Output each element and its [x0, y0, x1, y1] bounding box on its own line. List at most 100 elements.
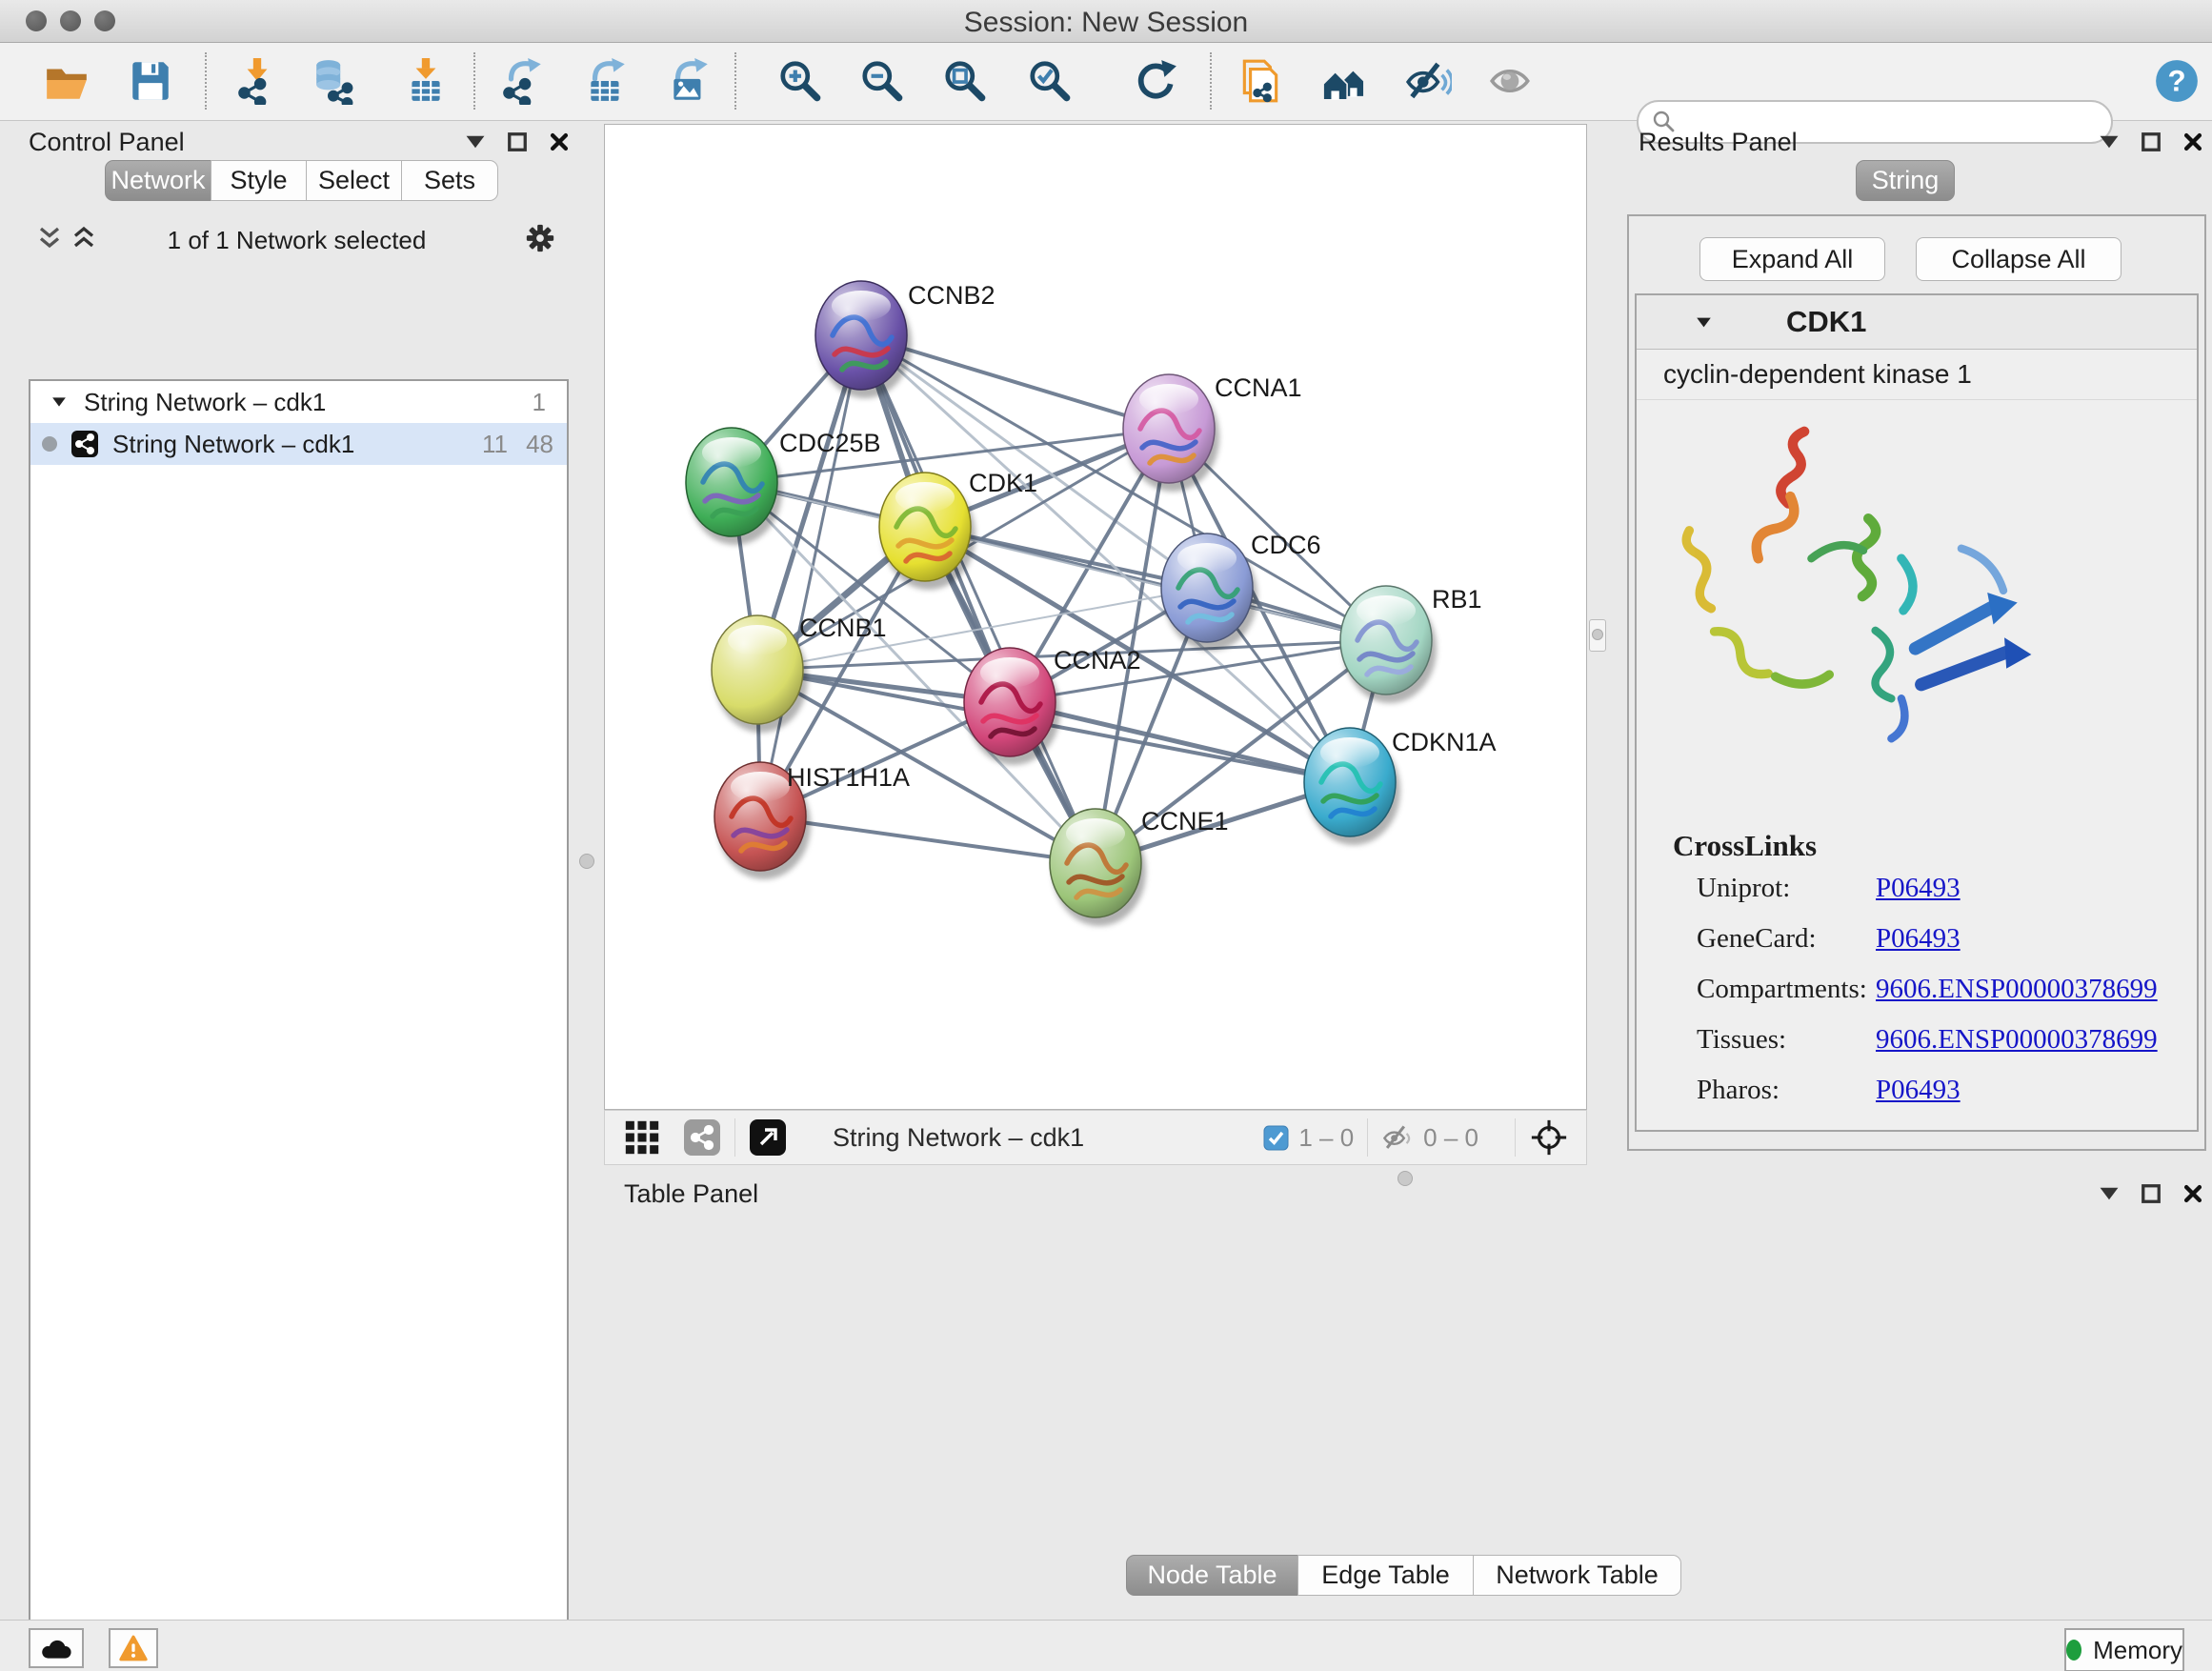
clone-network-icon	[1237, 57, 1284, 105]
current-network-name: String Network – cdk1	[833, 1123, 1084, 1153]
gear-icon[interactable]	[524, 222, 556, 254]
tab-style[interactable]: Style	[211, 160, 307, 201]
network-overview-icon[interactable]	[683, 1118, 721, 1157]
network-node-CDKN1A[interactable]	[1304, 728, 1400, 845]
open-in-window-icon[interactable]	[749, 1118, 787, 1157]
houses-icon	[1320, 57, 1368, 105]
toolbar-separator	[205, 52, 207, 110]
birds-eye-icon[interactable]	[1529, 1117, 1569, 1158]
zoom-out-button[interactable]	[856, 55, 908, 107]
show-all-button[interactable]	[1485, 55, 1537, 107]
collection-label: String Network – cdk1	[84, 388, 326, 417]
clone-network-button[interactable]	[1235, 55, 1286, 107]
tab-network[interactable]: Network	[105, 160, 211, 201]
float-panel-icon[interactable]	[2099, 1183, 2120, 1204]
float-panel-icon[interactable]	[2099, 131, 2120, 152]
gene-section: CDK1 cyclin-dependent kinase 1	[1635, 293, 2199, 1132]
cloud-status-button[interactable]	[29, 1628, 84, 1668]
network-node-CDC25B[interactable]	[686, 428, 782, 545]
crosslink-link[interactable]: 9606.ENSP00000378699	[1876, 974, 2158, 1005]
control-panel-controls	[465, 131, 570, 152]
tab-select[interactable]: Select	[306, 160, 402, 201]
network-row-label: String Network – cdk1	[112, 430, 354, 459]
warning-status-button[interactable]	[109, 1628, 158, 1668]
network-graph[interactable]: CCNB2CCNA1CDC25BCDK1CDC6RB1CCNB1CCNA2CDK…	[605, 125, 1586, 1109]
maximize-panel-icon[interactable]	[2141, 131, 2162, 152]
table-tabs: Node TableEdge TableNetwork Table	[1126, 1555, 1681, 1596]
control-panel-title: Control Panel	[29, 128, 185, 157]
crosslink-link[interactable]: P06493	[1876, 873, 1961, 904]
import-network-database-button[interactable]	[310, 55, 361, 107]
maximize-panel-icon[interactable]	[2141, 1183, 2162, 1204]
import-table-button[interactable]	[400, 55, 452, 107]
network-node-CCNB2[interactable]	[815, 281, 912, 398]
open-session-button[interactable]	[41, 55, 92, 107]
gene-section-header[interactable]: CDK1	[1637, 295, 2197, 350]
tab-edge-table[interactable]: Edge Table	[1297, 1555, 1474, 1596]
network-list-toolbar: 1 of 1 Network selected	[29, 219, 565, 259]
grid-view-icon[interactable]	[624, 1119, 660, 1156]
export-table-button[interactable]	[581, 55, 633, 107]
maximize-panel-icon[interactable]	[507, 131, 528, 152]
warning-icon	[119, 1635, 148, 1661]
main-toolbar: ?	[0, 43, 2212, 121]
collapse-all-button[interactable]: Collapse All	[1916, 237, 2122, 281]
crosslink-link[interactable]: P06493	[1876, 923, 1961, 955]
network-canvas[interactable]: CCNB2CCNA1CDC25BCDK1CDC6RB1CCNB1CCNA2CDK…	[604, 124, 1587, 1110]
gene-name: CDK1	[1786, 305, 1866, 339]
section-expander-icon[interactable]	[1696, 316, 1712, 329]
toolbar-divider	[1367, 1118, 1368, 1157]
hide-selected-button[interactable]	[1402, 55, 1454, 107]
crosslinks-title: CrossLinks	[1673, 829, 1817, 863]
crosslink-label: Pharos:	[1697, 1075, 1780, 1106]
tab-string[interactable]: String	[1856, 160, 1955, 201]
table-panel-controls	[2099, 1183, 2203, 1204]
memory-button[interactable]: Memory	[2064, 1628, 2184, 1671]
right-splitter-handle[interactable]	[1589, 619, 1606, 652]
network-node-CDK1[interactable]	[879, 473, 975, 590]
tab-node-table[interactable]: Node Table	[1126, 1555, 1298, 1596]
network-collection-row[interactable]: String Network – cdk1 1	[30, 381, 567, 423]
help-button[interactable]: ?	[2151, 55, 2202, 107]
node-label-CCNA2: CCNA2	[1054, 646, 1141, 674]
float-panel-icon[interactable]	[465, 131, 486, 152]
tab-network-table[interactable]: Network Table	[1473, 1555, 1681, 1596]
import-network-file-button[interactable]	[231, 55, 283, 107]
export-image-button[interactable]	[664, 55, 715, 107]
zoom-fit-button[interactable]	[939, 55, 991, 107]
save-session-button[interactable]	[125, 55, 176, 107]
tab-sets[interactable]: Sets	[401, 160, 498, 201]
export-network-icon	[499, 57, 547, 105]
network-node-RB1[interactable]	[1340, 586, 1437, 703]
crosslink-link[interactable]: P06493	[1876, 1075, 1961, 1106]
zoom-selected-button[interactable]	[1024, 55, 1076, 107]
refresh-view-button[interactable]	[1130, 55, 1181, 107]
network-node-CCNA2[interactable]	[964, 648, 1060, 765]
toolbar-separator	[1210, 52, 1212, 110]
tree-expander-icon[interactable]	[51, 396, 67, 408]
close-panel-icon[interactable]	[2182, 131, 2203, 152]
network-node-CCNE1[interactable]	[1050, 809, 1146, 926]
node-label-CCNB1: CCNB1	[799, 614, 887, 642]
network-counters: 1 – 0 0 – 0	[1263, 1117, 1586, 1158]
expand-all-button[interactable]: Expand All	[1699, 237, 1885, 281]
selected-checkbox-icon[interactable]	[1263, 1125, 1289, 1151]
network-node-CCNA1[interactable]	[1123, 374, 1219, 492]
left-splitter-handle[interactable]	[579, 854, 594, 869]
close-panel-icon[interactable]	[549, 131, 570, 152]
export-network-button[interactable]	[497, 55, 549, 107]
first-neighbors-button[interactable]	[1318, 55, 1370, 107]
open-folder-icon	[43, 57, 90, 105]
network-row[interactable]: String Network – cdk1 11 48	[30, 423, 567, 465]
import-table-icon	[402, 57, 450, 105]
node-label-CDKN1A: CDKN1A	[1392, 728, 1497, 756]
network-node-CCNB1[interactable]	[712, 615, 808, 733]
selected-count: 1 – 0	[1298, 1123, 1354, 1153]
network-node-CDC6[interactable]	[1161, 534, 1257, 651]
zoom-out-icon	[858, 57, 906, 105]
close-panel-icon[interactable]	[2182, 1183, 2203, 1204]
network-edge[interactable]	[760, 335, 861, 816]
svg-text:?: ?	[2167, 64, 2185, 97]
crosslink-link[interactable]: 9606.ENSP00000378699	[1876, 1024, 2158, 1056]
zoom-in-button[interactable]	[774, 55, 826, 107]
